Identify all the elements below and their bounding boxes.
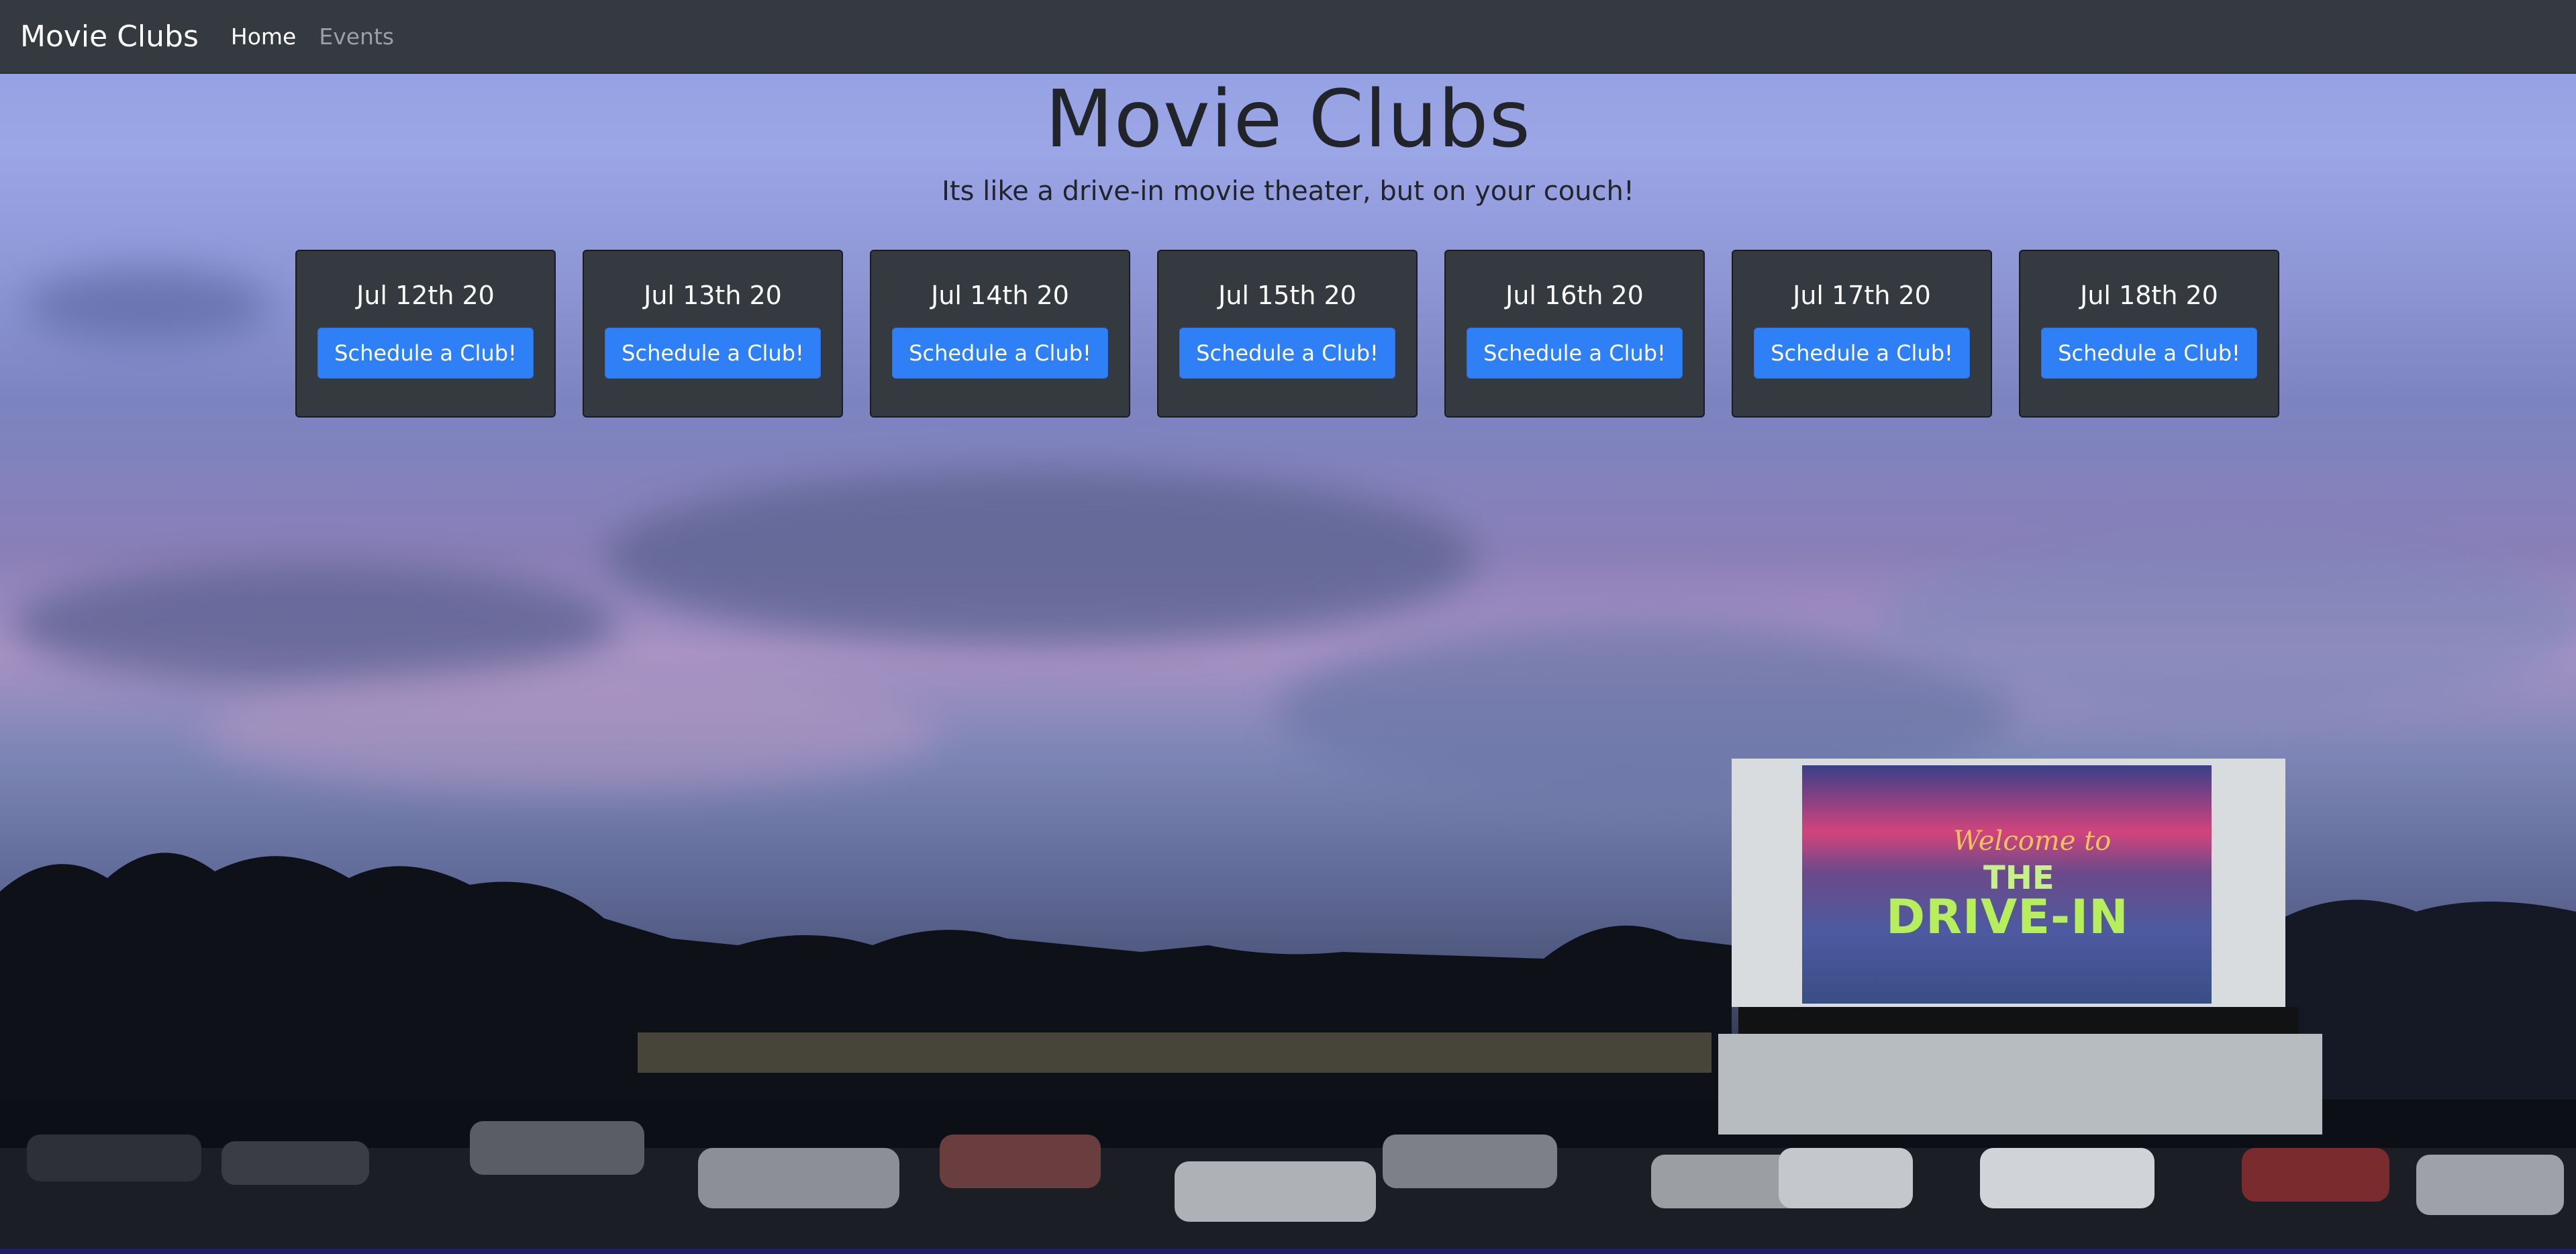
day-card-jul-12: Jul 12th 20 Schedule a Club! bbox=[295, 250, 556, 418]
day-card-date: Jul 14th 20 bbox=[931, 281, 1069, 310]
page-subtitle: Its like a drive-in movie theater, but o… bbox=[942, 176, 1634, 207]
day-card-jul-13: Jul 13th 20 Schedule a Club! bbox=[583, 250, 843, 418]
schedule-club-button[interactable]: Schedule a Club! bbox=[605, 328, 821, 379]
schedule-club-button[interactable]: Schedule a Club! bbox=[317, 328, 534, 379]
cloud bbox=[201, 671, 940, 792]
day-card-jul-14: Jul 14th 20 Schedule a Club! bbox=[870, 250, 1130, 418]
cloud bbox=[604, 470, 1477, 644]
day-card-jul-15: Jul 15th 20 Schedule a Club! bbox=[1157, 250, 1418, 418]
day-card-jul-16: Jul 16th 20 Schedule a Club! bbox=[1444, 250, 1705, 418]
day-card-date: Jul 15th 20 bbox=[1218, 281, 1356, 310]
page-title: Movie Clubs bbox=[1044, 73, 1532, 165]
nav-events[interactable]: Events bbox=[319, 23, 394, 50]
day-card-date: Jul 13th 20 bbox=[644, 281, 782, 310]
brand-logo[interactable]: Movie Clubs bbox=[20, 19, 199, 54]
screen-picture: Welcome to THE DRIVE-IN bbox=[1802, 765, 2212, 1004]
bottom-border bbox=[0, 1249, 2576, 1254]
screen-base bbox=[1738, 1007, 2299, 1034]
day-card-date: Jul 17th 20 bbox=[1793, 281, 1931, 310]
cloud bbox=[13, 564, 617, 685]
day-card-date: Jul 12th 20 bbox=[356, 281, 495, 310]
day-card-date: Jul 18th 20 bbox=[2080, 281, 2218, 310]
navbar: Movie Clubs Home Events bbox=[0, 0, 2576, 74]
screen-welcome-text: Welcome to bbox=[1953, 826, 2112, 857]
day-cards: Jul 12th 20 Schedule a Club! Jul 13th 20… bbox=[295, 250, 2282, 419]
nav-home[interactable]: Home bbox=[231, 23, 296, 50]
schedule-club-button[interactable]: Schedule a Club! bbox=[1754, 328, 1970, 379]
schedule-club-button[interactable]: Schedule a Club! bbox=[1467, 328, 1683, 379]
cloud bbox=[27, 269, 268, 342]
day-card-jul-17: Jul 17th 20 Schedule a Club! bbox=[1732, 250, 1992, 418]
cloud bbox=[1879, 537, 2576, 712]
day-card-jul-18: Jul 18th 20 Schedule a Club! bbox=[2019, 250, 2279, 418]
day-card-date: Jul 16th 20 bbox=[1505, 281, 1644, 310]
drive-in-screen: Welcome to THE DRIVE-IN bbox=[1732, 759, 2285, 1007]
parked-cars bbox=[0, 1121, 2576, 1254]
schedule-club-button[interactable]: Schedule a Club! bbox=[2041, 328, 2257, 379]
schedule-club-button[interactable]: Schedule a Club! bbox=[1179, 328, 1395, 379]
schedule-club-button[interactable]: Schedule a Club! bbox=[892, 328, 1108, 379]
screen-drive-in-text: DRIVE-IN bbox=[1886, 889, 2129, 945]
